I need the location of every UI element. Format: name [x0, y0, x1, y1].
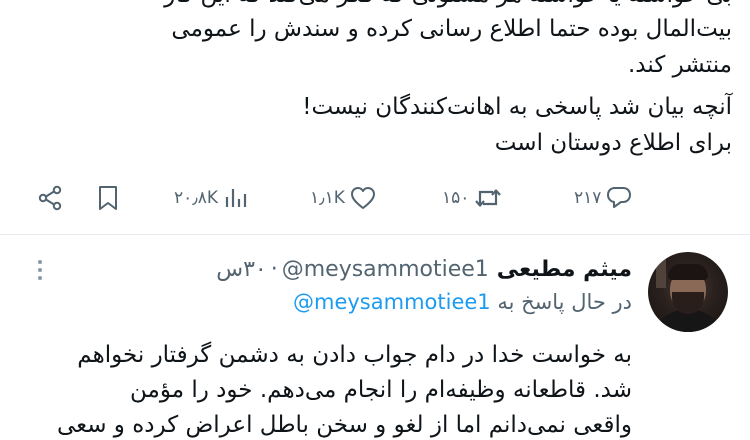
bookmark-button[interactable] [96, 178, 120, 218]
tweet-text-line: بیت‌المال بوده حتما اطلاع رسانی کرده و س… [171, 16, 732, 42]
like-icon [349, 185, 377, 211]
tweet-text-line: منتشر کند. [628, 52, 732, 78]
replies-count: ۲۱۷ [574, 188, 602, 208]
reply-icon [605, 185, 633, 211]
reply-text-line: به خواست خدا در دام جواب دادن به دشمن گر… [77, 342, 632, 368]
views-count: ۲۰٫۸K [174, 188, 219, 208]
retweet-button[interactable]: ۱۵۰ [438, 178, 503, 218]
tweet-header: میثم مطیعی @meysammotiee1 · ۳۰س [216, 252, 632, 286]
retweets-count: ۱۵۰ [442, 188, 470, 208]
views-icon [222, 185, 248, 211]
retweet-icon [473, 185, 503, 211]
replying-prefix: در حال پاسخ به [497, 290, 632, 314]
author-name[interactable]: میثم مطیعی [497, 257, 632, 282]
tweet-action-bar: ۲۰٫۸K ۱٫۱K ۱۵۰ ۲۱۷ [0, 178, 750, 218]
share-button[interactable] [36, 178, 64, 218]
author-handle[interactable]: @meysammotiee1 [282, 257, 489, 282]
reply-text-line: واقعی نمی‌دانم اما از لغو و سخن باطل اعر… [56, 412, 632, 438]
reply-button[interactable]: ۲۱۷ [570, 178, 633, 218]
replying-to: در حال پاسخ به @meysammotiee1 [293, 290, 632, 314]
reply-text-line: شد. قاطعانه وظیفه‌ام را انجام می‌دهم. خو… [130, 377, 632, 403]
header-separator: · [270, 256, 278, 282]
bookmark-icon [96, 184, 120, 212]
tweet-text-line: برای اطلاع دوستان است [494, 130, 732, 156]
like-button[interactable]: ۱٫۱K [306, 178, 377, 218]
tweet-text-line: آنچه بیان شد پاسخی به اهانت‌کنندگان نیست… [302, 94, 732, 120]
views-button[interactable]: ۲۰٫۸K [170, 178, 248, 218]
likes-count: ۱٫۱K [310, 188, 345, 208]
avatar[interactable] [648, 252, 728, 332]
tweet-time[interactable]: ۳۰س [216, 257, 267, 282]
tweet-text-line-clipped: ﺑﯽ ﺧﻮاﺳﺘﻪ ﻳﺎ ﺧﻮاﺳﺘﻪ ﻫﺮ ﻣﺴﺌﻮﻟﯽ ﻛﻪ ﻓﻜﺮ ﻣﯽ‌… [20, 0, 732, 10]
replying-mention[interactable]: @meysammotiee1 [293, 290, 491, 314]
share-icon [36, 184, 64, 212]
more-icon[interactable] [30, 256, 50, 284]
tweet-divider [0, 234, 750, 235]
